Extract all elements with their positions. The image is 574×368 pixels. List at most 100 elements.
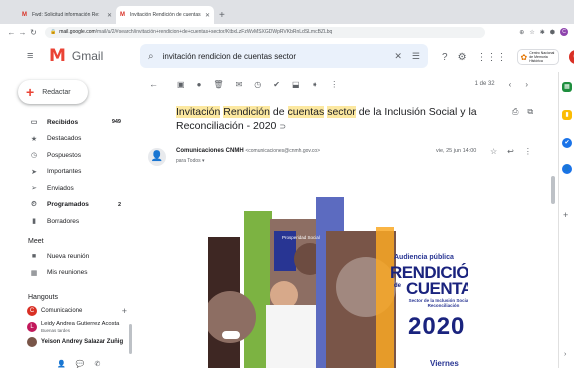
header-actions: ? ⚙ ⋮⋮⋮ ✿ Centro Nacional de Memoria His… bbox=[442, 49, 574, 65]
sidebar-item-inbox[interactable]: ▭ Recibidos 949 bbox=[0, 114, 140, 131]
org-name: Centro Nacional de Memoria Histórica bbox=[529, 51, 555, 63]
hangouts-contact[interactable]: Yeison Andrey Salazar Zuñig bbox=[0, 337, 140, 347]
toolbar-icons: ⊕ ☆ ✱ ⬢ C bbox=[519, 28, 568, 36]
open-new-window-icon[interactable]: ⧉ bbox=[527, 107, 533, 117]
new-meeting-label: Nueva reunión bbox=[47, 252, 90, 260]
snooze-icon[interactable]: ◷ bbox=[254, 80, 261, 89]
my-meetings-item[interactable]: ▦ Mis reuniones bbox=[0, 265, 140, 282]
search-icon[interactable]: ⌕ bbox=[148, 51, 154, 62]
search-input[interactable]: invitación rendicion de cuentas sector bbox=[163, 52, 395, 61]
hangouts-contact[interactable]: L Leidy Andrea Gutierrez Acosta Buenas t… bbox=[0, 321, 140, 333]
sidebar-item-label: Programados bbox=[47, 201, 89, 209]
older-chevron-icon[interactable]: › bbox=[525, 80, 528, 89]
newer-chevron-icon[interactable]: ‹ bbox=[509, 80, 512, 89]
meet-title: Meet bbox=[28, 237, 44, 245]
scheduled-icon: ⏲ bbox=[31, 200, 37, 208]
main-menu-icon[interactable]: ≡ bbox=[27, 50, 41, 62]
message-more-icon[interactable]: ⋮ bbox=[524, 147, 532, 156]
sidebar-item-label: Destacados bbox=[47, 135, 82, 143]
report-spam-icon[interactable]: ● bbox=[197, 80, 202, 89]
keep-app-icon[interactable]: ▮ bbox=[562, 110, 572, 120]
more-options-icon[interactable]: ⋮ bbox=[330, 80, 338, 89]
sidebar-item-important[interactable]: ➤ Importantes bbox=[0, 164, 140, 181]
chat-bubble-icon[interactable]: 💬 bbox=[76, 360, 85, 368]
sender-avatar-icon: 👤 bbox=[148, 148, 166, 166]
sidebar-item-starred[interactable]: ★ Destacados bbox=[0, 131, 140, 148]
extension-icon[interactable]: ✱ bbox=[540, 29, 545, 36]
app-name: Gmail bbox=[71, 49, 104, 63]
add-contact-icon[interactable]: + bbox=[122, 306, 127, 316]
help-icon[interactable]: ? bbox=[442, 52, 448, 63]
subject-highlight: Invitación bbox=[176, 106, 221, 118]
clear-search-icon[interactable]: ✕ bbox=[394, 51, 402, 62]
person-icon[interactable]: 👤 bbox=[57, 360, 66, 368]
compose-button[interactable]: + Redactar bbox=[18, 80, 88, 104]
email-subject: Invitación Rendición de cuentas sector d… bbox=[176, 105, 506, 134]
contacts-app-icon[interactable]: 👤 bbox=[562, 164, 572, 174]
back-arrow-icon[interactable]: ← bbox=[6, 28, 17, 37]
url-path: /mail/u/2/#search/invitación+rendicion+d… bbox=[95, 29, 333, 35]
star-message-icon[interactable]: ☆ bbox=[490, 147, 497, 156]
reload-icon[interactable]: ↻ bbox=[28, 28, 39, 37]
sidebar-item-sent[interactable]: ➢ Enviados bbox=[0, 180, 140, 197]
forward-arrow-icon[interactable]: → bbox=[17, 28, 28, 37]
poster-line-3: CUENTAS bbox=[406, 279, 468, 298]
apps-grid-icon[interactable]: ⋮⋮⋮ bbox=[477, 52, 507, 63]
baby-body bbox=[266, 305, 318, 368]
move-to-icon[interactable]: ⬓ bbox=[292, 80, 300, 89]
label-icon[interactable]: ➧ bbox=[312, 80, 319, 89]
gmail-favicon-icon: M bbox=[22, 12, 27, 18]
close-tab-icon[interactable]: ✕ bbox=[205, 12, 210, 19]
puzzle-icon[interactable]: ⬢ bbox=[550, 29, 555, 36]
subject-segment: de bbox=[269, 106, 288, 118]
expand-panel-icon[interactable]: › bbox=[564, 351, 566, 358]
browser-tab-2[interactable]: M Invitación Rendición de cuentas ✕ bbox=[116, 6, 214, 24]
browser-toolbar: ← → ↻ 🔒 mail.google.com /mail/u/2/#searc… bbox=[0, 24, 574, 40]
invitation-poster-image: Prosperidad Social Audiencia pública REN… bbox=[208, 197, 468, 368]
recipients-text: para Todos bbox=[176, 158, 201, 164]
sender-info: Comunicaciones CNMH <comunicaciones@cnmh… bbox=[176, 148, 320, 154]
search-options-icon[interactable]: ☰ bbox=[412, 51, 420, 62]
account-avatar[interactable]: C bbox=[569, 50, 574, 64]
new-meeting-item[interactable]: ■ Nueva reunión bbox=[0, 248, 140, 265]
add-addon-icon[interactable]: + bbox=[563, 210, 568, 220]
gmail-logo[interactable]: M Gmail bbox=[49, 46, 103, 66]
sidebar-item-snoozed[interactable]: ◷ Pospuestos bbox=[0, 147, 140, 164]
recipients[interactable]: para Todos ▾ bbox=[176, 158, 205, 164]
organization-badge[interactable]: ✿ Centro Nacional de Memoria Histórica bbox=[516, 49, 560, 65]
tasks-app-icon[interactable]: ✔ bbox=[562, 138, 572, 148]
browser-profile-icon[interactable]: C bbox=[560, 28, 568, 36]
print-icon[interactable]: ⎙ bbox=[512, 107, 518, 117]
hangouts-user-name: Comunicacione bbox=[41, 308, 83, 314]
sidebar-item-label: Enviados bbox=[47, 184, 74, 192]
search-bar[interactable]: ⌕ invitación rendicion de cuentas sector… bbox=[140, 44, 428, 68]
calendar-app-icon[interactable]: ▦ bbox=[562, 82, 572, 92]
reply-icon[interactable]: ↩ bbox=[507, 147, 514, 156]
archive-icon[interactable]: ▣ bbox=[177, 80, 185, 89]
sidebar-item-drafts[interactable]: ▮ Borradores bbox=[0, 213, 140, 230]
zoom-icon[interactable]: ⊕ bbox=[519, 29, 524, 36]
lock-icon: 🔒 bbox=[50, 29, 57, 35]
settings-gear-icon[interactable]: ⚙ bbox=[458, 52, 467, 63]
org-logo-icon: ✿ bbox=[520, 52, 528, 62]
back-to-list-icon[interactable]: ← bbox=[149, 79, 163, 89]
video-camera-icon: ■ bbox=[31, 252, 37, 260]
new-tab-button[interactable]: + bbox=[219, 8, 225, 24]
address-bar[interactable]: 🔒 mail.google.com /mail/u/2/#search/invi… bbox=[45, 26, 485, 38]
yellow-bar bbox=[376, 227, 394, 368]
baby-face bbox=[270, 281, 298, 309]
important-marker-icon[interactable]: ⊃ bbox=[279, 122, 286, 131]
browser-tab-1[interactable]: M Fwd: Solicitud información Re: ✕ bbox=[18, 6, 116, 24]
add-task-icon[interactable]: ✔ bbox=[273, 80, 280, 89]
sidebar-item-scheduled[interactable]: ⏲ Programados 2 bbox=[0, 197, 140, 214]
delete-icon[interactable]: 🗑 bbox=[213, 80, 223, 89]
mark-unread-icon[interactable]: ✉ bbox=[236, 80, 243, 89]
hangouts-user[interactable]: C Comunicacione + bbox=[0, 304, 140, 318]
expand-caret-icon[interactable]: ▾ bbox=[202, 158, 205, 164]
sidebar-scrollbar[interactable] bbox=[129, 324, 132, 354]
pager-text: 1 de 32 bbox=[474, 81, 495, 87]
mail-scrollbar[interactable] bbox=[551, 176, 555, 204]
phone-icon[interactable]: ✆ bbox=[94, 360, 100, 368]
bookmark-star-icon[interactable]: ☆ bbox=[529, 29, 534, 36]
close-tab-icon[interactable]: ✕ bbox=[107, 12, 112, 19]
